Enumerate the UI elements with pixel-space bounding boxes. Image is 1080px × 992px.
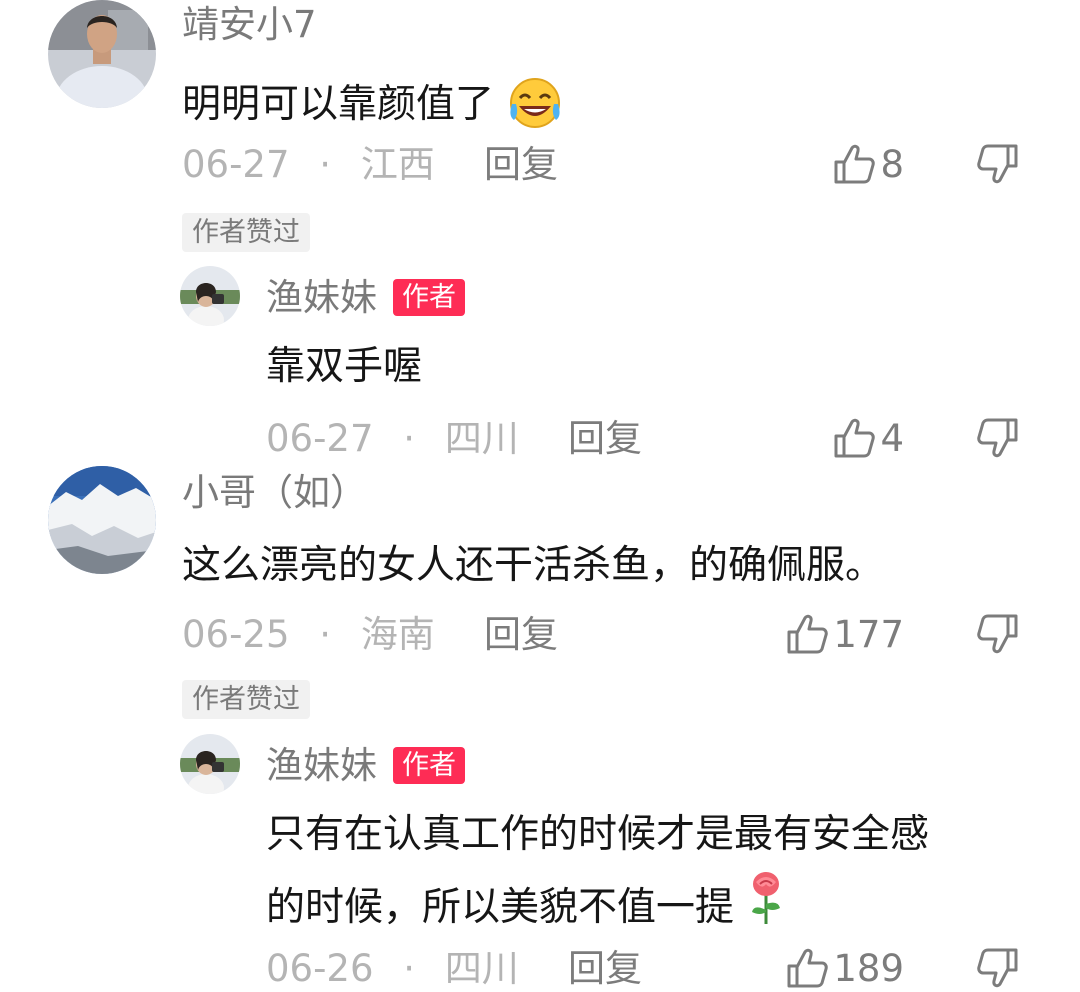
comment-location: 海南 [360, 613, 435, 656]
thumb-up-icon [832, 416, 876, 460]
like-count: 8 [880, 142, 904, 186]
reply-location: 四川 [444, 947, 519, 990]
meta-separator: · [403, 947, 416, 990]
comment-text-content: 明明可以靠颜值了 [182, 82, 495, 127]
like-button[interactable]: 4 [780, 416, 904, 460]
rose-emoji-icon [746, 870, 786, 949]
avatar[interactable] [180, 734, 240, 794]
author-liked-badge: 作者赞过 [182, 213, 310, 252]
reply-button[interactable]: 回复 [568, 950, 642, 987]
comment-meta: 06-27 · 江西 [182, 146, 435, 183]
avatar[interactable] [48, 0, 156, 108]
reply-button[interactable]: 回复 [484, 146, 558, 183]
author-tag: 作者 [393, 747, 465, 784]
thumb-down-icon[interactable] [976, 946, 1020, 990]
reply-date: 06-27 [266, 417, 374, 460]
author-liked-badge: 作者赞过 [182, 680, 310, 719]
comment-username[interactable]: 小哥（如） [182, 474, 367, 511]
author-tag: 作者 [393, 279, 465, 316]
thumb-down-icon[interactable] [976, 612, 1020, 656]
comment-date: 06-27 [182, 143, 290, 186]
like-count: 189 [833, 946, 904, 990]
reply-text: 只有在认真工作的时候才是最有安全感 的时候，所以美貌不值一提 [266, 800, 929, 949]
comment-username[interactable]: 靖安小7 [182, 6, 317, 43]
thumb-up-icon [785, 612, 829, 656]
like-count: 177 [833, 612, 904, 656]
thumb-down-icon[interactable] [976, 142, 1020, 186]
reply-text-line-2: 的时候，所以美貌不值一提 [266, 870, 929, 949]
reply-meta: 06-26 · 四川 [266, 950, 519, 987]
reply-button[interactable]: 回复 [568, 420, 642, 457]
comment-location: 江西 [360, 143, 435, 186]
reply-username[interactable]: 渔妹妹 [266, 747, 377, 784]
like-button[interactable]: 189 [760, 946, 904, 990]
avatar[interactable] [48, 466, 156, 574]
comment-text: 这么漂亮的女人还干活杀鱼，的确佩服。 [182, 543, 885, 588]
like-count: 4 [880, 416, 904, 460]
thumb-up-icon [832, 142, 876, 186]
thumb-up-icon [785, 946, 829, 990]
reply-text-line-1: 只有在认真工作的时候才是最有安全感 [266, 812, 930, 857]
comment-meta: 06-25 · 海南 [182, 616, 435, 653]
like-button[interactable]: 8 [780, 142, 904, 186]
reply-text-line-2-content: 的时候，所以美貌不值一提 [266, 885, 735, 930]
reply-username[interactable]: 渔妹妹 [266, 279, 377, 316]
avatar[interactable] [180, 266, 240, 326]
reply-text: 靠双手喔 [266, 344, 423, 389]
comment-text: 明明可以靠颜值了 [182, 74, 564, 139]
comment-date: 06-25 [182, 613, 290, 656]
reply-meta: 06-27 · 四川 [266, 420, 519, 457]
laughing-crying-emoji-icon [506, 74, 564, 139]
reply-location: 四川 [444, 417, 519, 460]
meta-separator: · [319, 143, 332, 186]
reply-date: 06-26 [266, 947, 374, 990]
like-button[interactable]: 177 [760, 612, 904, 656]
thumb-down-icon[interactable] [976, 416, 1020, 460]
meta-separator: · [403, 417, 416, 460]
meta-separator: · [319, 613, 332, 656]
reply-button[interactable]: 回复 [484, 616, 558, 653]
